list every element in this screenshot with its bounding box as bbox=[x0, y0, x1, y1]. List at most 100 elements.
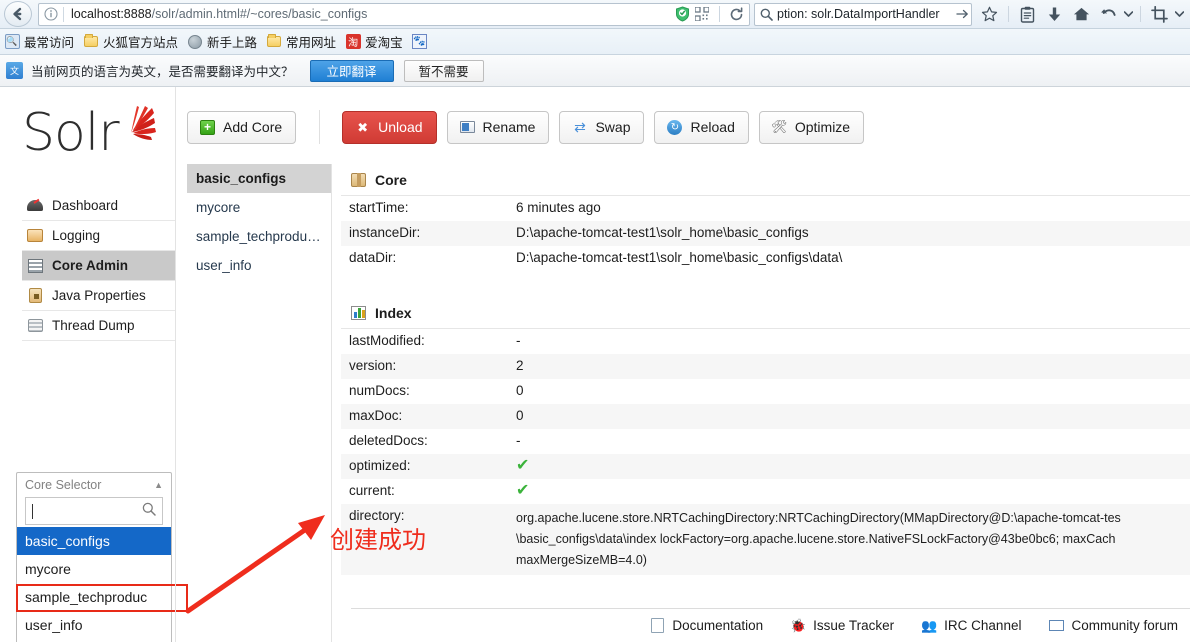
address-bar-icons bbox=[675, 4, 749, 25]
translate-icon: 文 bbox=[6, 62, 23, 79]
reload-button[interactable]: ↻ Reload bbox=[654, 110, 749, 144]
detail-row-instancedir: instanceDir: D:\apache-tomcat-test1\solr… bbox=[341, 221, 1190, 246]
footer-link-documentation[interactable]: Documentation bbox=[648, 618, 763, 634]
solr-sidebar: Solr Dashboard Logging Core Admin Java P… bbox=[0, 87, 188, 642]
bookmark-item-getting-started[interactable]: 新手上路 bbox=[187, 32, 257, 51]
core-list-item-user-info[interactable]: user_info bbox=[187, 251, 331, 280]
detail-value: 6 minutes ago bbox=[516, 200, 601, 215]
add-core-button[interactable]: + Add Core bbox=[187, 110, 297, 144]
core-selector-search-input[interactable] bbox=[25, 497, 163, 525]
sidebar-item-core-admin[interactable]: Core Admin bbox=[22, 251, 175, 281]
optimize-button[interactable]: 🛠 Optimize bbox=[758, 110, 865, 144]
footer-label: IRC Channel bbox=[944, 618, 1022, 633]
core-option-sample-techproducts[interactable]: sample_techproduc bbox=[17, 583, 171, 611]
core-list-item-sample-techproducts[interactable]: sample_techprodu… bbox=[187, 222, 331, 251]
taobao-icon: 淘 bbox=[345, 34, 361, 49]
search-icon bbox=[755, 8, 777, 21]
dashboard-icon bbox=[25, 198, 45, 214]
bookmark-label: 爱淘宝 bbox=[365, 36, 403, 50]
bookmark-item-most-visited[interactable]: 🔍 最常访问 bbox=[4, 32, 74, 51]
bookmark-item-paw[interactable]: 🐾 bbox=[412, 34, 428, 49]
swap-button[interactable]: ⇄ Swap bbox=[559, 110, 645, 144]
x-icon: ✖ bbox=[357, 119, 369, 135]
core-admin-toolbar: + Add Core ✖ Unload Rename ⇄ Swap ↻ Relo… bbox=[187, 108, 874, 146]
detail-row-version: version: 2 bbox=[341, 354, 1190, 379]
crop-icon[interactable] bbox=[1146, 2, 1173, 27]
rename-button[interactable]: Rename bbox=[446, 110, 550, 144]
bookmark-item-taobao[interactable]: 淘 爱淘宝 bbox=[345, 32, 403, 51]
toolbar-divider-2 bbox=[1140, 6, 1141, 22]
translate-not-now-button[interactable]: 暂不需要 bbox=[403, 59, 484, 82]
address-bar[interactable]: localhost:8888/solr/admin.html#/~cores/b… bbox=[38, 2, 750, 26]
chevron-down-icon-2[interactable] bbox=[1173, 2, 1186, 27]
translate-now-button[interactable]: 立即翻译 bbox=[309, 59, 394, 82]
qr-code-icon[interactable] bbox=[694, 6, 710, 22]
detail-value: D:\apache-tomcat-test1\solr_home\basic_c… bbox=[516, 250, 843, 265]
magnifier-bookmark-icon: 🔍 bbox=[4, 34, 20, 49]
bookmark-item-common-sites[interactable]: 常用网址 bbox=[266, 32, 336, 51]
go-arrow-icon[interactable] bbox=[955, 8, 971, 20]
toolbar-separator bbox=[319, 110, 321, 144]
footer-link-issue-tracker[interactable]: 🐞 Issue Tracker bbox=[789, 618, 894, 634]
translate-message: 当前网页的语言为英文，是否需要翻译为中文？ bbox=[31, 65, 294, 79]
detail-row-current: current: ✔ bbox=[341, 479, 1190, 504]
rename-icon bbox=[459, 119, 476, 136]
footer-link-irc-channel[interactable]: 👥 IRC Channel bbox=[920, 618, 1021, 634]
bug-icon: 🐞 bbox=[790, 617, 807, 633]
chevron-up-icon[interactable]: ▲ bbox=[154, 480, 163, 490]
java-properties-icon bbox=[25, 288, 45, 304]
download-arrow-icon[interactable] bbox=[1041, 2, 1068, 27]
core-option-mycore[interactable]: mycore bbox=[17, 555, 171, 583]
sidebar-item-dashboard[interactable]: Dashboard bbox=[22, 191, 175, 221]
core-option-user-info[interactable]: user_info bbox=[17, 611, 171, 639]
detail-key: dataDir: bbox=[349, 250, 397, 265]
button-label: Add Core bbox=[223, 119, 283, 135]
sidebar-item-thread-dump[interactable]: Thread Dump bbox=[22, 311, 175, 341]
bookmark-item-firefox-site[interactable]: 火狐官方站点 bbox=[83, 32, 178, 51]
footer-label: Community forum bbox=[1071, 618, 1178, 633]
star-icon[interactable] bbox=[976, 2, 1003, 27]
core-list-item-mycore[interactable]: mycore bbox=[187, 193, 331, 222]
detail-row-optimized: optimized: ✔ bbox=[341, 454, 1190, 479]
chevron-down-icon[interactable] bbox=[1122, 2, 1135, 27]
unload-button[interactable]: ✖ Unload bbox=[342, 110, 437, 144]
button-label: Swap bbox=[595, 119, 631, 135]
status-check-icon: ✔ bbox=[516, 457, 530, 474]
detail-value: - bbox=[516, 333, 521, 348]
core-option-basic-configs[interactable]: basic_configs bbox=[17, 527, 171, 555]
core-selector-title: Core Selector bbox=[25, 478, 102, 492]
sidebar-item-java-properties[interactable]: Java Properties bbox=[22, 281, 175, 311]
bookmark-label: 火狐官方站点 bbox=[103, 36, 179, 50]
text-cursor bbox=[32, 503, 33, 519]
solr-logo[interactable]: Solr bbox=[22, 104, 162, 166]
sidebar-item-label: Dashboard bbox=[52, 198, 119, 213]
home-icon[interactable] bbox=[1068, 2, 1095, 27]
directory-line-1: org.apache.lucene.store.NRTCachingDirect… bbox=[516, 511, 1121, 525]
sidebar-item-label: Core Admin bbox=[52, 258, 129, 273]
core-selector-header[interactable]: Core Selector ▲ bbox=[17, 473, 171, 497]
address-bar-url: localhost:8888/solr/admin.html#/~cores/b… bbox=[64, 4, 675, 25]
browser-search-bar[interactable]: ption: solr.DataImportHandler bbox=[754, 2, 972, 26]
thread-dump-icon bbox=[25, 318, 45, 334]
sidebar-item-logging[interactable]: Logging bbox=[22, 221, 175, 251]
browser-search-input[interactable]: ption: solr.DataImportHandler bbox=[777, 4, 955, 25]
clipboard-icon[interactable] bbox=[1014, 2, 1041, 27]
button-label: Unload bbox=[378, 119, 423, 135]
reload-icon[interactable] bbox=[725, 4, 747, 25]
back-arrow-icon[interactable] bbox=[4, 1, 32, 27]
solr-sunburst-icon bbox=[131, 106, 156, 140]
core-list-item-basic-configs[interactable]: basic_configs bbox=[187, 164, 331, 193]
undo-arrow-icon[interactable] bbox=[1095, 2, 1122, 27]
footer-link-community-forum[interactable]: Community forum bbox=[1047, 618, 1178, 634]
info-icon[interactable] bbox=[39, 4, 63, 25]
shield-icon[interactable] bbox=[675, 6, 690, 22]
button-label: Reload bbox=[690, 119, 735, 135]
detail-key: numDocs: bbox=[349, 383, 410, 398]
button-label: Rename bbox=[482, 119, 536, 135]
bookmark-label: 最常访问 bbox=[24, 36, 75, 50]
translate-notification-bar: 文 当前网页的语言为英文，是否需要翻译为中文？ 立即翻译 暂不需要 bbox=[0, 55, 1190, 87]
optimize-icon: 🛠 bbox=[771, 119, 788, 134]
box-icon bbox=[349, 172, 368, 188]
detail-value: org.apache.lucene.store.NRTCachingDirect… bbox=[516, 504, 1190, 575]
